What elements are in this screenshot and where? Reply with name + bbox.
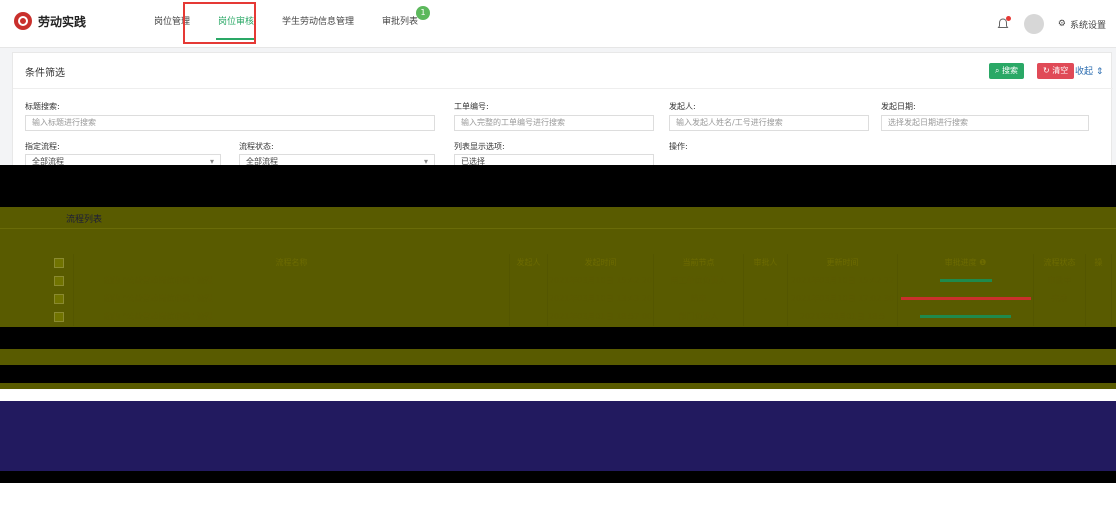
row-name[interactable]: 起的 "公益劳动岗位审批" 流程 — [74, 308, 510, 326]
gear-icon: ⚙ — [1057, 19, 1066, 29]
row-checkbox[interactable] — [53, 293, 64, 304]
list-title: 流程列表 — [66, 215, 103, 225]
col-header[interactable]: 审批人 — [744, 254, 788, 272]
row-status: 审批中 — [1034, 272, 1086, 290]
title-search-label: 标题搜索: — [25, 102, 60, 111]
row-time: 2021年03月01日 18:57:00 — [548, 308, 654, 326]
row-updated: 2021年03月10日 17:02:30 — [788, 290, 898, 308]
display-options-label: 列表显示选项: — [454, 142, 505, 151]
date-input[interactable]: 选择发起日期进行搜索 — [881, 115, 1089, 131]
col-header[interactable]: 发起时间 — [548, 254, 654, 272]
app-title: 劳动实践 — [38, 14, 87, 29]
collapse-label: 收起 — [1075, 67, 1094, 77]
clear-button-label: 清空 — [1052, 66, 1069, 75]
notification-bell-icon[interactable] — [996, 16, 1011, 31]
col-header[interactable]: 流程状态 — [1034, 254, 1086, 272]
corrupted-region — [0, 401, 1116, 471]
row-action[interactable] — [1086, 272, 1112, 290]
app-logo[interactable]: 劳动实践 — [14, 12, 86, 30]
row-initiator — [510, 272, 548, 290]
row-progress — [898, 308, 1034, 326]
row-action[interactable] — [1086, 290, 1112, 308]
row-progress — [898, 290, 1034, 308]
row-node: 部门负责人 — [654, 308, 744, 326]
filter-panel-header: 条件筛选 ⌕ 搜索 ↻ 清空 收起 ⇕ — [13, 53, 1113, 89]
redacted-band — [0, 327, 1116, 349]
col-header[interactable]: 流程名称 — [74, 254, 510, 272]
col-header[interactable]: 发起人 — [510, 254, 548, 272]
date-label: 发起日期: — [881, 102, 916, 111]
status-label: 流程状态: — [239, 142, 274, 151]
row-node: 用工单位负责人 — [654, 272, 744, 290]
col-header-label: 审批进度 — [944, 258, 977, 267]
table-row[interactable]: 起的 "公益劳动岗位审批" 流程 2021年03月10日 13:43:20 结束… — [44, 290, 1112, 308]
nav-item-student-labor-info[interactable]: 学生劳动信息管理 — [268, 0, 368, 48]
divider — [0, 228, 1116, 229]
operations-label: 操作: — [669, 142, 688, 151]
redacted-band — [0, 165, 1116, 207]
row-approver — [744, 308, 788, 326]
row-checkbox[interactable] — [53, 311, 64, 322]
row-status: 完成 — [1034, 290, 1086, 308]
nav-item-approval-list[interactable]: 审批列表 1 — [368, 0, 432, 48]
order-no-label: 工单编号: — [454, 102, 489, 111]
row-updated: 2021年03月10日 15:42:22 — [788, 272, 898, 290]
search-button-label: 搜索 — [1002, 66, 1019, 75]
progress-bar — [900, 297, 1031, 300]
table-row[interactable]: 起的 "公益劳动岗位审批" 流程 2021年03月10日 15:42:20 用工… — [44, 272, 1112, 290]
initiator-label: 发起人: — [669, 102, 696, 111]
col-header[interactable]: 当前节点 — [654, 254, 744, 272]
notification-dot — [1005, 16, 1011, 21]
row-checkbox[interactable] — [53, 275, 64, 286]
table-row[interactable]: 起的 "公益劳动岗位审批" 流程 2021年03月01日 18:57:00 部门… — [44, 308, 1112, 326]
blank-band — [0, 389, 1116, 401]
top-navbar: 劳动实践 岗位管理 岗位审核 学生劳动信息管理 审批列表 1 ⚙ 系统设置 — [0, 0, 1116, 48]
search-button[interactable]: ⌕ 搜索 — [989, 63, 1025, 79]
logo-icon — [14, 12, 32, 30]
highlight-box — [183, 2, 256, 44]
row-approver: - — [744, 290, 788, 308]
col-header[interactable]: 操 — [1086, 254, 1112, 272]
title-search-input[interactable]: 输入标题进行搜索 — [25, 115, 435, 131]
progress-bar — [920, 315, 1011, 318]
col-header[interactable]: 更新时间 — [788, 254, 898, 272]
progress-bar — [939, 279, 992, 282]
filter-panel: 条件筛选 ⌕ 搜索 ↻ 清空 收起 ⇕ 标题搜索: 输入标题进行搜索 工单编号:… — [12, 52, 1113, 170]
table-header-row: 流程名称 发起人 发起时间 当前节点 审批人 更新时间 审批进度 ❶ 流程状态 … — [44, 254, 1112, 272]
row-progress — [898, 272, 1034, 290]
row-status — [1034, 308, 1086, 326]
settings-label: 系统设置 — [1069, 20, 1106, 31]
clear-button[interactable]: ↻ 清空 — [1037, 63, 1075, 79]
header-tools: ⚙ 系统设置 — [996, 14, 1106, 34]
row-approver — [744, 272, 788, 290]
row-updated: 2021年03月01日 18:5 — [788, 308, 898, 326]
blank-band — [0, 483, 1116, 526]
corrupted-band — [0, 349, 1116, 365]
row-name[interactable]: 起的 "公益劳动岗位审批" 流程 — [74, 290, 510, 308]
col-header[interactable]: 审批进度 ❶ — [898, 254, 1034, 272]
select-all-checkbox[interactable] — [53, 257, 64, 268]
user-avatar[interactable] — [1023, 14, 1044, 34]
process-label: 指定流程: — [25, 142, 60, 151]
row-node: 结束 — [654, 290, 744, 308]
row-initiator — [510, 290, 548, 308]
row-time: 2021年03月10日 15:42:20 — [548, 272, 654, 290]
initiator-input[interactable]: 输入发起人姓名/工号进行搜索 — [669, 115, 869, 131]
settings-link[interactable]: ⚙ 系统设置 — [1058, 18, 1106, 31]
row-action[interactable] — [1086, 308, 1112, 326]
order-no-input[interactable]: 输入完整的工单编号进行搜索 — [454, 115, 654, 131]
collapse-toggle[interactable]: 收起 ⇕ — [1075, 64, 1103, 77]
approval-count-badge: 1 — [416, 6, 431, 20]
row-time: 2021年03月10日 13:43:20 — [548, 290, 654, 308]
nav-item-approval-list-label: 审批列表 — [382, 17, 419, 27]
info-icon: ❶ — [979, 258, 987, 267]
row-name[interactable]: 起的 "公益劳动岗位审批" 流程 — [74, 272, 510, 290]
row-initiator — [510, 308, 548, 326]
filter-title: 条件筛选 — [25, 68, 65, 79]
select-all-cell[interactable] — [44, 254, 74, 272]
redacted-band — [0, 471, 1116, 483]
redacted-band — [0, 365, 1116, 383]
